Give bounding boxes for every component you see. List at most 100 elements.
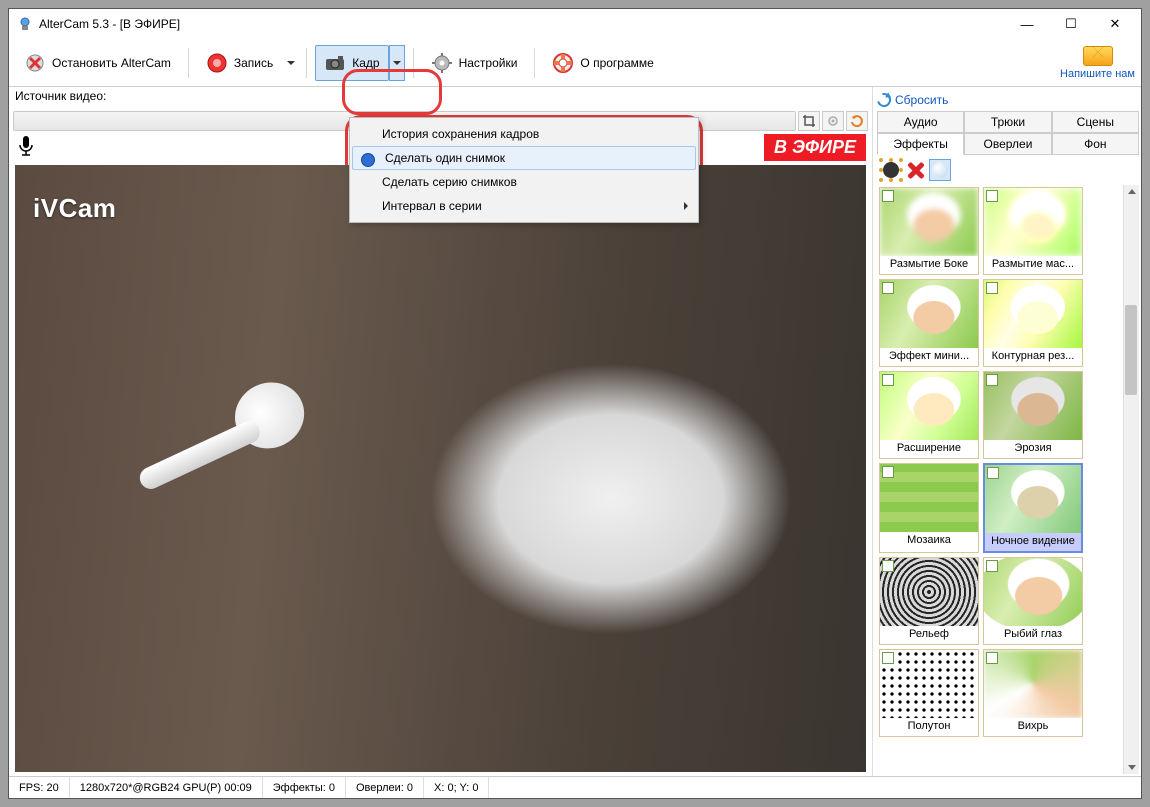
tab-overlays[interactable]: Оверлеи (964, 133, 1051, 155)
close-button[interactable]: ✕ (1093, 10, 1137, 38)
window-controls: — ☐ ✕ (1005, 10, 1137, 38)
effect-label: Эрозия (984, 440, 1082, 458)
title-bar: AlterCam 5.3 - [В ЭФИРЕ] — ☐ ✕ (9, 9, 1141, 39)
effect-item[interactable]: Размытие мас... (983, 187, 1083, 275)
separator (188, 48, 189, 78)
effect-label: Эффект мини... (880, 348, 978, 366)
separator (306, 48, 307, 78)
effect-label: Контурная рез... (984, 348, 1082, 366)
menu-interval-label: Интервал в серии (382, 199, 482, 213)
status-resolution: 1280x720*@RGB24 GPU(P) 00:09 (70, 777, 263, 798)
contact-button[interactable]: Напишите нам (1060, 46, 1135, 80)
separator (534, 48, 535, 78)
status-overlays: Оверлеи: 0 (346, 777, 424, 798)
effect-controls (877, 155, 1139, 185)
effect-label: Размытие Боке (880, 256, 978, 274)
stop-label: Остановить AlterCam (52, 56, 171, 70)
menu-history-label: История сохранения кадров (382, 127, 539, 141)
effect-item[interactable]: Размытие Боке (879, 187, 979, 275)
node-light-icon[interactable] (929, 159, 951, 181)
menu-series-shot[interactable]: Сделать серию снимков (350, 170, 698, 194)
status-fps: FPS: 20 (9, 777, 70, 798)
about-button[interactable]: О программе (543, 45, 662, 81)
video-preview[interactable]: iVCam (15, 165, 866, 772)
reset-button[interactable]: Сбросить (877, 89, 1139, 111)
effect-item[interactable]: Эрозия (983, 371, 1083, 459)
effect-label: Ночное видение (985, 533, 1081, 551)
effect-item[interactable]: Полутон (879, 649, 979, 737)
effect-label: Мозаика (880, 532, 978, 550)
frame-button[interactable]: Кадр (315, 45, 388, 81)
effect-label: Расширение (880, 440, 978, 458)
record-dropdown[interactable] (282, 45, 298, 81)
tab-scenes[interactable]: Сцены (1052, 111, 1139, 133)
mic-icon[interactable] (17, 135, 35, 160)
menu-single-shot[interactable]: Сделать один снимок (352, 146, 696, 170)
reload-icon (874, 90, 893, 109)
contact-label: Напишите нам (1060, 68, 1135, 80)
record-icon (206, 52, 228, 74)
app-icon (17, 16, 33, 32)
effect-label: Вихрь (984, 718, 1082, 736)
record-label: Запись (234, 56, 273, 70)
source-label: Источник видео: (9, 87, 872, 109)
live-badge: В ЭФИРЕ (764, 134, 866, 161)
chevron-down-icon (393, 61, 401, 65)
effect-item[interactable]: Мозаика (879, 463, 979, 553)
about-label: О программе (580, 56, 653, 70)
video-watermark: iVCam (33, 193, 116, 224)
effect-label: Размытие мас... (984, 256, 1082, 274)
maximize-button[interactable]: ☐ (1049, 10, 1093, 38)
main-toolbar: Остановить AlterCam Запись Кадр Настройк… (9, 39, 1141, 87)
menu-interval[interactable]: Интервал в серии (350, 194, 698, 218)
tab-background[interactable]: Фон (1052, 133, 1139, 155)
status-bar: FPS: 20 1280x720*@RGB24 GPU(P) 00:09 Эфф… (9, 776, 1141, 798)
effect-label: Полутон (880, 718, 978, 736)
settings-button[interactable]: Настройки (422, 45, 527, 81)
tab-effects[interactable]: Эффекты (877, 133, 964, 155)
effect-item[interactable]: Вихрь (983, 649, 1083, 737)
scrollbar[interactable] (1123, 185, 1139, 774)
remove-icon[interactable] (907, 161, 925, 179)
scroll-thumb[interactable] (1125, 305, 1137, 395)
node-dark-icon[interactable] (879, 158, 903, 182)
effect-item[interactable]: Рельеф (879, 557, 979, 645)
refresh-button[interactable] (846, 111, 868, 131)
scroll-up-icon (1128, 189, 1136, 194)
menu-series-label: Сделать серию снимков (382, 175, 517, 189)
effects-list: Размытие Боке Размытие мас... Эффект мин… (877, 185, 1139, 774)
effect-item[interactable]: Контурная рез... (983, 279, 1083, 367)
chevron-down-icon (287, 61, 295, 65)
tabs-row-2: Эффекты Оверлеи Фон (877, 133, 1139, 155)
camera-icon (324, 52, 346, 74)
effects-pane: Сбросить Аудио Трюки Сцены Эффекты Оверл… (873, 87, 1141, 776)
window-title: AlterCam 5.3 - [В ЭФИРЕ] (39, 17, 1005, 31)
menu-single-label: Сделать один снимок (385, 151, 505, 165)
record-button[interactable]: Запись (197, 45, 282, 81)
reset-label: Сбросить (895, 93, 948, 107)
effect-item[interactable]: Рыбий глаз (983, 557, 1083, 645)
tab-audio[interactable]: Аудио (877, 111, 964, 133)
stop-button[interactable]: Остановить AlterCam (15, 45, 180, 81)
effect-label: Рельеф (880, 626, 978, 644)
effect-label: Рыбий глаз (984, 626, 1082, 644)
status-coords: X: 0; Y: 0 (424, 777, 489, 798)
lifebuoy-icon (552, 52, 574, 74)
tabs-row-1: Аудио Трюки Сцены (877, 111, 1139, 133)
app-window: AlterCam 5.3 - [В ЭФИРЕ] — ☐ ✕ Остановит… (8, 8, 1142, 799)
menu-history[interactable]: История сохранения кадров (350, 122, 698, 146)
gear-mini-button[interactable] (822, 111, 844, 131)
frame-dropdown-menu: История сохранения кадров Сделать один с… (349, 117, 699, 223)
minimize-button[interactable]: — (1005, 10, 1049, 38)
scroll-down-icon (1128, 765, 1136, 770)
effect-item[interactable]: Эффект мини... (879, 279, 979, 367)
tab-tricks[interactable]: Трюки (964, 111, 1051, 133)
stop-icon (24, 52, 46, 74)
effect-item-selected[interactable]: Ночное видение (983, 463, 1083, 553)
settings-label: Настройки (459, 56, 518, 70)
effect-item[interactable]: Расширение (879, 371, 979, 459)
crop-button[interactable] (798, 111, 820, 131)
submenu-arrow-icon (684, 202, 688, 210)
frame-dropdown[interactable] (389, 45, 405, 81)
separator (413, 48, 414, 78)
